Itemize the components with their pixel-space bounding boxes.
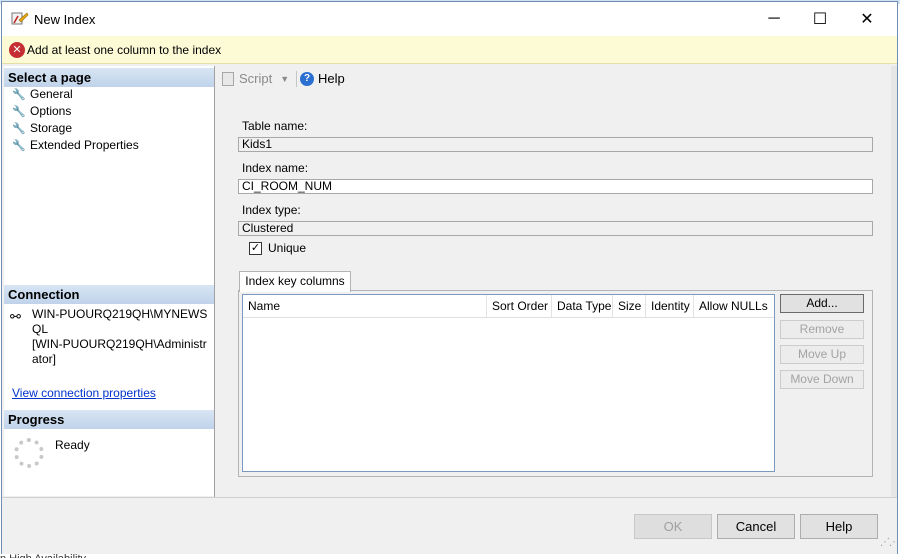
app-icon [11, 12, 29, 25]
connection-heading: Connection [4, 285, 214, 304]
page-item-label: Extended Properties [30, 138, 139, 152]
script-icon [222, 71, 234, 86]
ok-button[interactable]: OK [634, 514, 712, 539]
progress-heading: Progress [4, 410, 214, 429]
wrench-icon: 🔧 [12, 139, 26, 152]
connection-user: [WIN-PUOURQ219QH\Administrator] [32, 337, 207, 366]
remove-column-button[interactable]: Remove [780, 320, 864, 339]
page-item-extended-properties[interactable]: 🔧 Extended Properties [12, 138, 139, 152]
index-key-columns-grid[interactable]: Name Sort Order Data Type Size Identity … [242, 294, 775, 472]
index-name-input[interactable]: CI_ROOM_NUM [238, 179, 873, 194]
message-bar: ✕ Add at least one column to the index [2, 36, 897, 64]
tab-index-key-columns[interactable]: Index key columns [239, 271, 351, 292]
column-header-allow-nulls[interactable]: Allow NULLs [694, 295, 774, 317]
vertical-scrollbar[interactable] [891, 66, 897, 497]
progress-spinner-icon [14, 438, 44, 468]
view-connection-properties-link[interactable]: View connection properties [12, 386, 156, 400]
error-icon: ✕ [9, 42, 25, 58]
maximize-button[interactable]: ☐ [797, 2, 843, 36]
move-up-button[interactable]: Move Up [780, 345, 864, 364]
column-header-sort-order[interactable]: Sort Order [487, 295, 552, 317]
message-text: Add at least one column to the index [27, 43, 222, 57]
toolbar: Script ▼ ? Help [215, 66, 891, 92]
help-button[interactable]: Help [800, 514, 878, 539]
unique-checkbox[interactable]: ✓ [249, 242, 262, 255]
close-button[interactable]: ✕ [844, 2, 890, 36]
progress-status: Ready [55, 438, 90, 452]
resize-grip-icon[interactable]: ⋰⋰ [880, 537, 899, 548]
add-column-button[interactable]: Add... [780, 294, 864, 313]
select-page-heading: Select a page [4, 68, 214, 87]
column-header-name[interactable]: Name [243, 295, 487, 317]
title-bar[interactable]: New Index ─ ☐ ✕ [2, 2, 897, 36]
script-button[interactable]: Script ▼ [222, 71, 289, 86]
column-header-size[interactable]: Size [613, 295, 646, 317]
connection-server: WIN-PUOURQ219QH\MYNEWSQL [32, 307, 208, 336]
help-toolbar-button[interactable]: ? Help [300, 71, 345, 86]
column-header-data-type[interactable]: Data Type [552, 295, 613, 317]
table-name-label: Table name: [242, 119, 308, 133]
page-item-storage[interactable]: 🔧 Storage [12, 121, 72, 135]
cancel-button[interactable]: Cancel [717, 514, 795, 539]
index-type-select[interactable]: Clustered [238, 221, 873, 236]
page-item-label: Storage [30, 121, 73, 135]
connection-info: WIN-PUOURQ219QH\MYNEWSQL [WIN-PUOURQ219Q… [32, 307, 210, 367]
wrench-icon: 🔧 [12, 88, 26, 101]
page-item-label: Options [30, 104, 72, 118]
help-label: Help [318, 71, 345, 86]
window-title: New Index [34, 12, 96, 27]
table-name-field: Kids1 [238, 137, 873, 152]
connection-icon: ⚯ [10, 309, 21, 324]
page-item-label: General [30, 87, 73, 101]
column-header-identity[interactable]: Identity [646, 295, 694, 317]
page-item-options[interactable]: 🔧 Options [12, 104, 71, 118]
grid-header: Name Sort Order Data Type Size Identity … [243, 295, 774, 318]
wrench-icon: 🔧 [12, 105, 26, 118]
dialog-footer: OK Cancel Help ⋰⋰ [2, 497, 899, 554]
page-item-general[interactable]: 🔧 General [12, 87, 73, 101]
chevron-down-icon[interactable]: ▼ [280, 74, 289, 84]
new-index-dialog: New Index ─ ☐ ✕ ✕ Add at least one colum… [1, 1, 899, 554]
minimize-button[interactable]: ─ [751, 2, 797, 36]
wrench-icon: 🔧 [12, 122, 26, 135]
toolbar-separator [296, 71, 297, 87]
index-type-label: Index type: [242, 203, 301, 217]
script-label: Script [239, 71, 273, 86]
move-down-button[interactable]: Move Down [780, 370, 864, 389]
index-name-label: Index name: [242, 161, 309, 175]
help-icon: ? [300, 71, 314, 86]
pane-divider[interactable] [214, 66, 215, 497]
left-pane: Select a page 🔧 General 🔧 Options 🔧 Stor… [4, 66, 214, 496]
unique-label: Unique [268, 241, 307, 255]
